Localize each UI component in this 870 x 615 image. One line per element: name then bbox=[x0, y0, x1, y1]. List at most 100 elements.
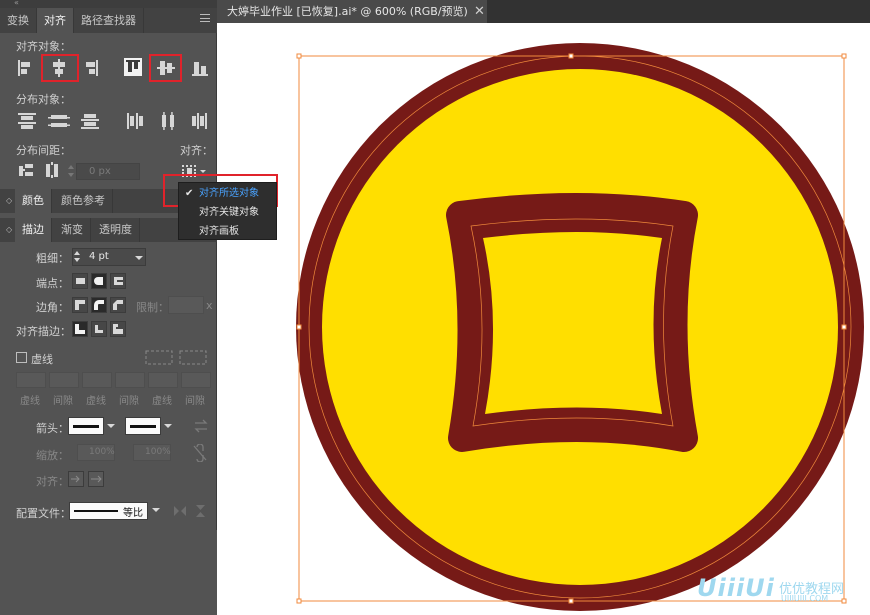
flip-along-icon[interactable] bbox=[181, 506, 186, 516]
round-cap-button[interactable] bbox=[91, 273, 107, 289]
chevron-down-icon[interactable] bbox=[164, 424, 172, 428]
align-stroke-inside-button[interactable] bbox=[91, 321, 107, 337]
horizontal-distribute-center-icon[interactable] bbox=[162, 112, 174, 130]
dashed-line-label: 虚线 bbox=[31, 353, 53, 366]
swap-arrowheads-icon[interactable] bbox=[193, 419, 209, 433]
resize-handle[interactable] bbox=[296, 598, 302, 604]
highlight-horizontal-center bbox=[41, 54, 79, 82]
weight-stepper-icon[interactable] bbox=[74, 250, 82, 264]
tab-align[interactable]: 对齐 bbox=[37, 8, 74, 33]
start-arrowhead-dropdown[interactable] bbox=[68, 417, 104, 435]
tab-gradient[interactable]: 渐变 bbox=[54, 218, 91, 242]
resize-handle[interactable] bbox=[296, 53, 302, 59]
chevron-down-icon[interactable] bbox=[152, 508, 160, 512]
profile-label: 配置文件： bbox=[16, 507, 71, 520]
tab-color-guide[interactable]: 颜色参考 bbox=[54, 189, 113, 213]
tab-transform[interactable]: 变换 bbox=[0, 8, 37, 33]
arrowhead-label: 箭头： bbox=[36, 422, 69, 435]
resize-handle[interactable] bbox=[841, 53, 847, 59]
expand-icon[interactable]: ◇ bbox=[6, 225, 12, 234]
resize-handle[interactable] bbox=[841, 324, 847, 330]
expand-icon[interactable]: ◇ bbox=[6, 196, 12, 205]
dashed-line-checkbox[interactable] bbox=[16, 352, 27, 363]
gap-input-1[interactable] bbox=[49, 372, 79, 388]
resize-handle[interactable] bbox=[568, 53, 574, 59]
limit-label: 限制： bbox=[136, 301, 169, 314]
document-tabbar: 大婷毕业作业 [已恢复].ai* @ 600% (RGB/预览) ✕ bbox=[217, 0, 870, 23]
align-stroke-center-button[interactable] bbox=[72, 321, 88, 337]
tab-stroke[interactable]: 描边 bbox=[15, 218, 52, 242]
chevron-down-icon bbox=[135, 256, 143, 260]
extend-arrow-tip-button[interactable] bbox=[68, 471, 84, 487]
chevron-down-icon[interactable] bbox=[107, 424, 115, 428]
resize-handle[interactable] bbox=[296, 324, 302, 330]
close-icon[interactable]: ✕ bbox=[474, 0, 485, 23]
bevel-join-button[interactable] bbox=[110, 297, 126, 313]
tab-color[interactable]: 颜色 bbox=[15, 189, 52, 213]
end-scale-input[interactable]: 100% bbox=[133, 444, 171, 461]
distribute-objects-buttons bbox=[18, 112, 207, 130]
align-stroke-outside-button[interactable] bbox=[110, 321, 126, 337]
vertical-distribute-bottom-icon[interactable] bbox=[81, 114, 99, 129]
round-join-button[interactable] bbox=[91, 297, 107, 313]
preserve-dash-icon[interactable] bbox=[145, 350, 173, 365]
tab-pathfinder[interactable]: 路径查找器 bbox=[74, 8, 144, 33]
horizontal-distribute-right-icon[interactable] bbox=[192, 113, 207, 129]
width-profile-dropdown[interactable]: 等比 bbox=[69, 502, 148, 520]
cap-label: 端点： bbox=[36, 277, 69, 290]
place-arrow-tip-button[interactable] bbox=[88, 471, 104, 487]
checkmark-icon: ✔ bbox=[185, 188, 194, 199]
menu-item-align-artboard[interactable]: 对齐画板 bbox=[179, 222, 278, 241]
end-arrowhead-dropdown[interactable] bbox=[125, 417, 161, 435]
butt-cap-button[interactable] bbox=[72, 273, 88, 289]
dash-label: 虚线 bbox=[152, 396, 172, 407]
flip-profile-icons bbox=[174, 505, 205, 517]
dash-input-2[interactable] bbox=[82, 372, 112, 388]
properties-panel: « 变换 对齐 路径查找器 对齐对象： 分布对象： 分布间距： 对齐： 0 px… bbox=[0, 0, 217, 615]
projecting-cap-button[interactable] bbox=[110, 273, 126, 289]
horizontal-align-left-icon[interactable] bbox=[18, 60, 30, 76]
flip-across-icon[interactable] bbox=[196, 512, 205, 517]
gap-input-2[interactable] bbox=[115, 372, 145, 388]
flip-across-icon[interactable] bbox=[196, 505, 205, 510]
horizontal-align-right-icon[interactable] bbox=[86, 60, 98, 76]
start-scale-input[interactable]: 100% bbox=[77, 444, 115, 461]
weight-value: 4 pt bbox=[89, 251, 109, 262]
watermark-logo: UiiiUi 优优教程网 UIIIUIII.COM bbox=[697, 574, 844, 603]
vertical-distribute-center-icon[interactable] bbox=[48, 115, 70, 127]
vertical-distribute-top-icon[interactable] bbox=[18, 113, 36, 129]
dash-input-3[interactable] bbox=[148, 372, 178, 388]
menu-item-align-key-object[interactable]: 对齐关键对象 bbox=[179, 203, 278, 222]
menu-item-align-selection[interactable]: ✔ 对齐所选对象 bbox=[179, 184, 278, 203]
horizontal-distribute-left-icon[interactable] bbox=[127, 113, 143, 129]
collapse-icon[interactable]: « bbox=[14, 0, 19, 7]
miter-join-button[interactable] bbox=[72, 297, 88, 313]
document-tab[interactable]: 大婷毕业作业 [已恢复].ai* @ 600% (RGB/预览) bbox=[217, 0, 487, 23]
limit-input[interactable] bbox=[168, 296, 204, 314]
align-dash-icon[interactable] bbox=[179, 350, 207, 365]
panel-collapse-strip[interactable]: « bbox=[0, 0, 217, 8]
spacing-stepper-icon[interactable] bbox=[68, 165, 74, 179]
vertical-align-top-icon[interactable] bbox=[124, 58, 142, 76]
gap-label: 间隙 bbox=[119, 396, 139, 407]
corner-label: 边角： bbox=[36, 301, 69, 314]
dash-label: 虚线 bbox=[86, 396, 106, 407]
vertical-distribute-space-icon[interactable] bbox=[19, 164, 33, 176]
watermark-logo-text: UiiiUi bbox=[697, 574, 775, 602]
flip-along-icon[interactable] bbox=[174, 506, 179, 516]
resize-handle[interactable] bbox=[568, 598, 574, 604]
gap-input-3[interactable] bbox=[181, 372, 211, 388]
coin-artwork[interactable] bbox=[217, 23, 870, 615]
panel-menu-icon[interactable] bbox=[200, 14, 210, 22]
link-scale-icon[interactable] bbox=[192, 444, 208, 462]
weight-dropdown[interactable]: 4 pt bbox=[72, 248, 146, 266]
artboard-canvas[interactable] bbox=[217, 23, 870, 615]
arrow-align-label: 对齐： bbox=[36, 475, 69, 488]
resize-handle[interactable] bbox=[841, 598, 847, 604]
vertical-align-bottom-icon[interactable] bbox=[192, 62, 208, 76]
dash-input-1[interactable] bbox=[16, 372, 46, 388]
tab-transparency[interactable]: 透明度 bbox=[92, 218, 140, 242]
spacing-value-input[interactable]: 0 px bbox=[76, 163, 140, 180]
weight-label: 粗细： bbox=[36, 252, 69, 265]
horizontal-distribute-space-icon[interactable] bbox=[46, 162, 58, 178]
